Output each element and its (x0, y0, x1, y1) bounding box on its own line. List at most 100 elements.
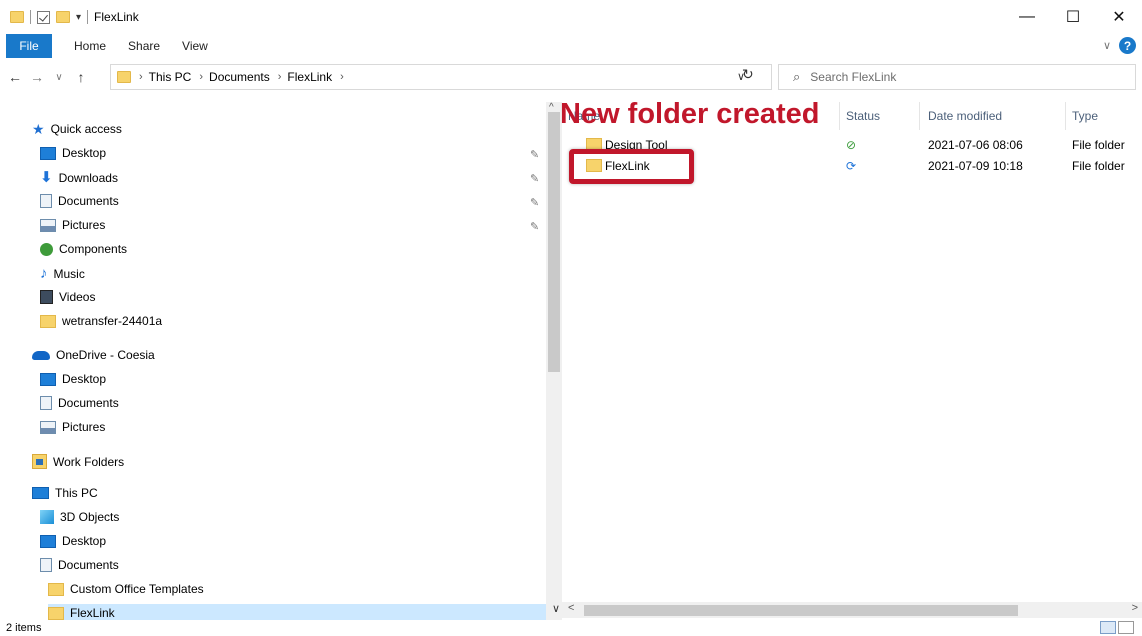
desktop-icon (40, 372, 56, 386)
sidebar-scrollbar[interactable]: ^ (546, 102, 562, 620)
pin-icon[interactable]: ✎ (530, 148, 539, 161)
column-header-label: Status (846, 109, 881, 123)
maximize-button[interactable]: ☐ (1050, 0, 1096, 34)
pin-icon[interactable]: ✎ (530, 220, 539, 233)
chevron-right-icon[interactable]: › (340, 71, 344, 83)
sidebar-item-label: Work Folders (53, 454, 125, 469)
back-button[interactable]: ← (4, 69, 26, 85)
cloud-icon (32, 350, 50, 360)
star-icon: ★ (32, 121, 45, 137)
details-view-icon[interactable] (1100, 621, 1116, 634)
customize-toolbar-icon[interactable]: ▾ (76, 12, 81, 23)
sidebar-item-pc-desktop[interactable]: Desktop (40, 534, 106, 548)
address-bar[interactable]: › This PC › Documents › FlexLink › ∨ (110, 64, 772, 90)
chevron-right-icon: › (277, 71, 282, 83)
sidebar-item-desktop[interactable]: Desktop (40, 146, 106, 160)
sidebar-item-this-pc[interactable]: This PC (32, 486, 98, 500)
large-icons-view-icon[interactable] (1118, 621, 1134, 634)
sidebar-item-work-folders[interactable]: Work Folders (32, 454, 124, 469)
ribbon-tabs: File Home Share View ∨ ? (0, 34, 1142, 58)
recent-locations-button[interactable]: ∨ (48, 72, 70, 83)
search-input[interactable]: ⌕ Search FlexLink (778, 64, 1136, 90)
sidebar-item-components[interactable]: Components (40, 242, 127, 256)
sidebar-item-label: 3D Objects (60, 510, 120, 524)
sidebar-item-label: This PC (55, 486, 98, 500)
column-header-type[interactable]: Type (1066, 102, 1142, 130)
folder-icon (40, 314, 56, 328)
up-button[interactable]: ↑ (70, 69, 92, 85)
scrollbar-thumb[interactable] (548, 112, 560, 372)
sidebar-item-custom-office-templates[interactable]: Custom Office Templates (48, 582, 204, 596)
sidebar-item-documents[interactable]: Documents (40, 194, 119, 208)
sidebar-item-music[interactable]: ♪ Music (40, 266, 85, 281)
breadcrumb-documents[interactable]: Documents (209, 70, 270, 84)
documents-icon (40, 396, 52, 410)
sync-pending-icon: ⟳ (846, 159, 857, 173)
sidebar-item-flexlink[interactable]: FlexLink (48, 604, 546, 620)
pin-icon[interactable]: ✎ (530, 196, 539, 209)
music-icon: ♪ (40, 265, 48, 282)
column-header-status[interactable]: Status (840, 102, 920, 130)
sidebar-item-label: Downloads (58, 170, 118, 185)
column-header-label: Date modified (928, 109, 1003, 123)
tab-share[interactable]: Share (128, 39, 160, 53)
file-type: File folder (1072, 138, 1125, 152)
new-folder-icon[interactable] (56, 11, 70, 23)
sidebar-item-label: Custom Office Templates (70, 582, 204, 596)
column-header-date-modified[interactable]: Date modified (922, 102, 1066, 130)
scrollbar-thumb[interactable] (584, 605, 1018, 616)
synced-icon: ⊘ (846, 138, 857, 152)
computer-icon (32, 487, 49, 499)
breadcrumb-this-pc[interactable]: This PC (149, 70, 192, 84)
date-modified: 2021-07-06 08:06 (928, 138, 1023, 152)
sidebar-item-onedrive-documents[interactable]: Documents (40, 396, 119, 410)
refresh-icon[interactable]: ↻ (742, 66, 754, 83)
search-placeholder: Search FlexLink (810, 70, 897, 84)
desktop-icon (40, 146, 56, 160)
chevron-right-icon: › (199, 71, 204, 83)
properties-icon[interactable] (37, 10, 50, 24)
highlight-box (569, 149, 694, 184)
navigation-bar: ← → ∨ ↑ › This PC › Documents › FlexLink… (0, 62, 1142, 92)
chevron-right-icon: › (139, 71, 143, 83)
scroll-down-icon[interactable]: ∨ (552, 602, 560, 615)
sidebar-item-quick-access[interactable]: ★ Quick access (32, 122, 122, 136)
annotation-label: New folder created (560, 98, 820, 130)
work-folders-icon (32, 454, 47, 469)
minimize-button[interactable]: — (1004, 0, 1050, 34)
tab-file[interactable]: File (6, 34, 52, 58)
sidebar-item-label: Pictures (62, 218, 106, 232)
horizontal-scrollbar[interactable]: < > (562, 602, 1142, 618)
sidebar-item-label: FlexLink (70, 606, 115, 620)
sidebar-item-onedrive-desktop[interactable]: Desktop (40, 372, 106, 386)
sidebar-item-label: OneDrive - Coesia (56, 348, 155, 362)
sidebar-item-3d-objects[interactable]: 3D Objects (40, 510, 119, 524)
sidebar-item-videos[interactable]: Videos (40, 290, 95, 304)
sidebar-item-onedrive[interactable]: OneDrive - Coesia (32, 348, 155, 362)
sidebar-item-label: Quick access (50, 122, 122, 136)
scroll-left-icon[interactable]: < (568, 602, 574, 614)
forward-button[interactable]: → (26, 69, 48, 85)
file-type: File folder (1072, 159, 1125, 173)
sidebar-item-onedrive-pictures[interactable]: Pictures (40, 420, 105, 434)
breadcrumb-flexlink[interactable]: FlexLink (287, 70, 332, 84)
sidebar-item-label: Desktop (62, 372, 107, 386)
sidebar-item-wetransfer[interactable]: wetransfer-24401a (40, 314, 162, 328)
pin-icon[interactable]: ✎ (530, 172, 539, 185)
sidebar-item-pictures[interactable]: Pictures (40, 218, 105, 232)
expand-ribbon-icon[interactable]: ∨ (1103, 39, 1111, 52)
view-buttons (1100, 621, 1134, 634)
title-bar: ▾ FlexLink — ☐ ✕ (0, 0, 1142, 34)
date-modified: 2021-07-09 10:18 (928, 159, 1023, 173)
sidebar-item-label: Music (53, 266, 85, 281)
close-button[interactable]: ✕ (1096, 0, 1142, 34)
sidebar-item-pc-documents[interactable]: Documents (40, 558, 119, 572)
sidebar-item-downloads[interactable]: ⬇ Downloads (40, 170, 118, 185)
tab-view[interactable]: View (182, 39, 208, 53)
scroll-right-icon[interactable]: > (1132, 602, 1138, 614)
pictures-icon (40, 420, 56, 434)
separator (87, 10, 89, 24)
help-icon[interactable]: ? (1119, 37, 1136, 54)
folder-icon (10, 11, 24, 23)
tab-home[interactable]: Home (74, 39, 106, 53)
